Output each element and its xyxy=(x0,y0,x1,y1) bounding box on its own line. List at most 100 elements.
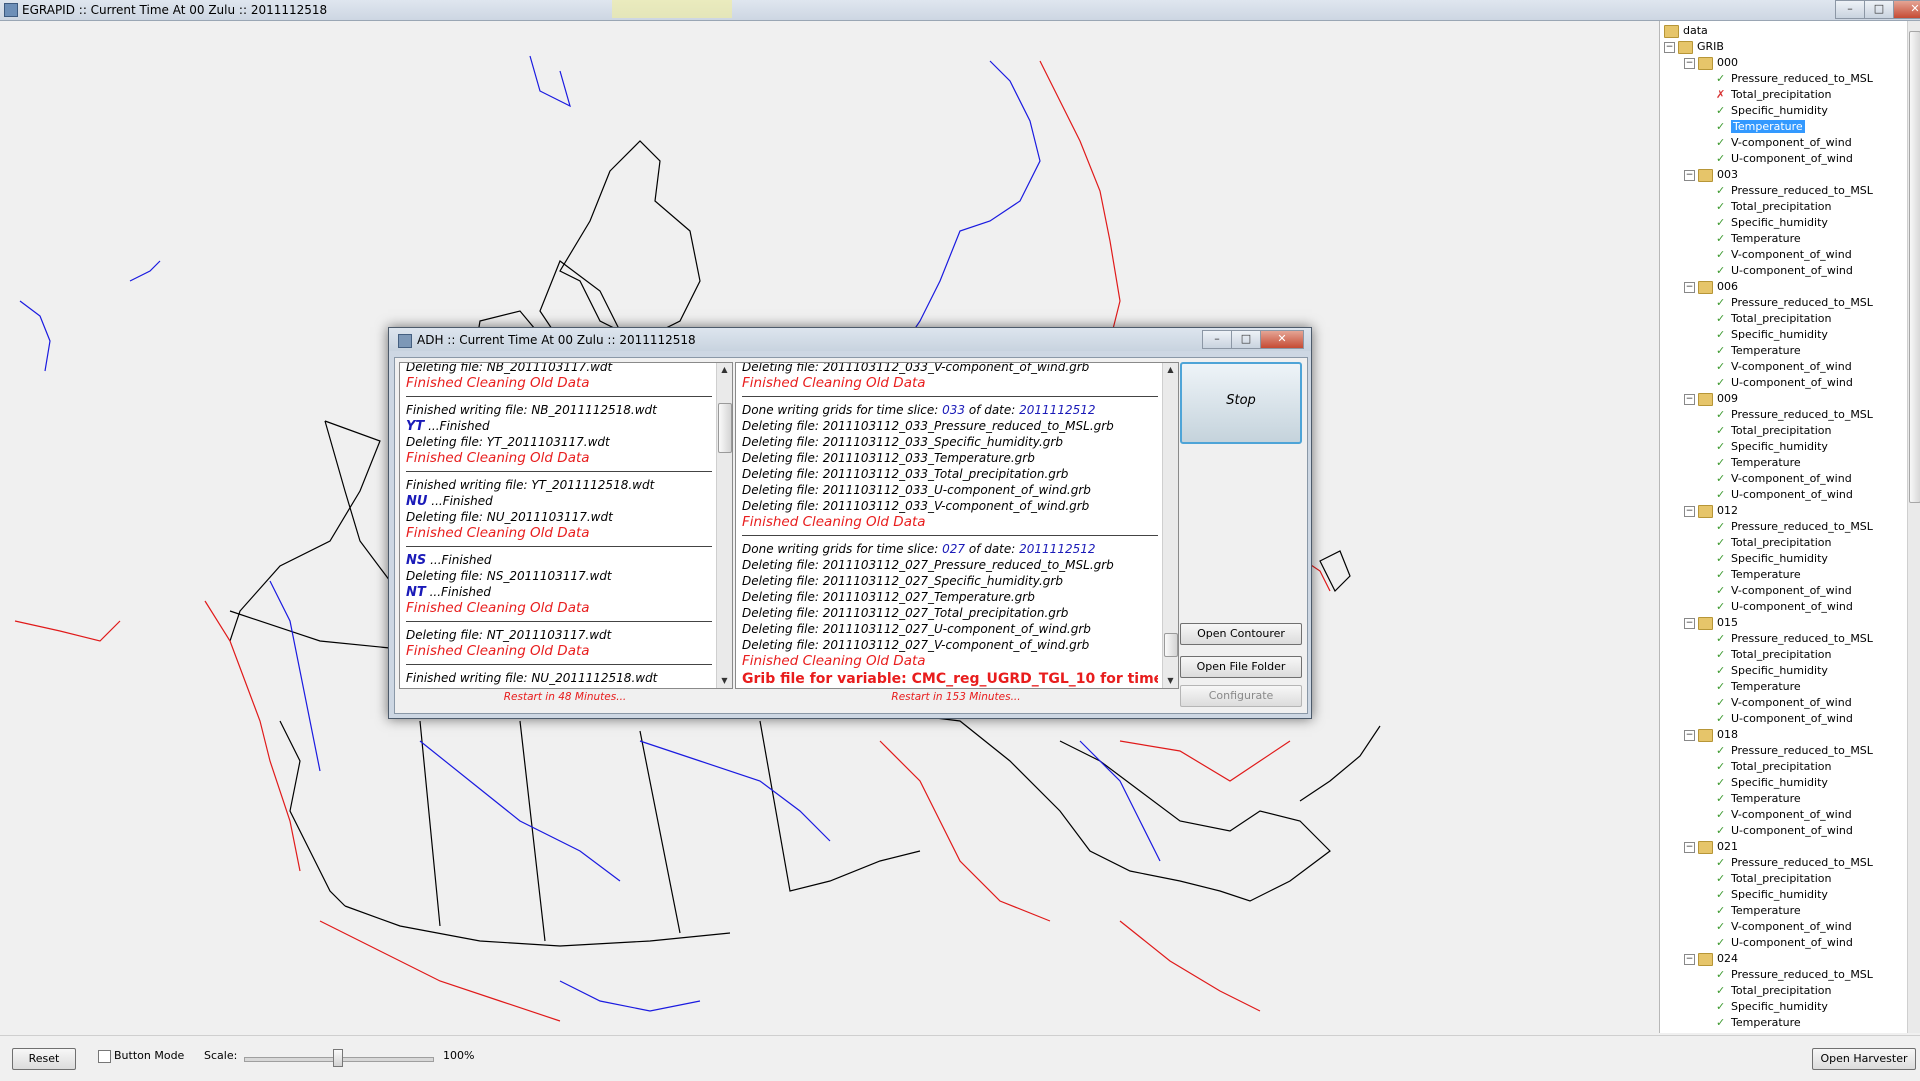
stop-button[interactable]: Stop xyxy=(1180,362,1302,444)
tree-group-015[interactable]: − 015 xyxy=(1684,615,1738,631)
tree-item[interactable]: ✓ V-component_of_wind xyxy=(1716,359,1852,375)
province-log-scrollbar[interactable]: ▲ ▼ xyxy=(716,363,732,688)
tree-item[interactable]: ✓ Temperature xyxy=(1716,679,1801,695)
button-mode-checkbox[interactable] xyxy=(98,1050,111,1063)
open-file-folder-button[interactable]: Open File Folder xyxy=(1180,656,1302,678)
tree-item[interactable]: ✓ Specific_humidity xyxy=(1716,551,1828,567)
tree-item[interactable]: ✓ Pressure_reduced_to_MSL xyxy=(1716,631,1873,647)
tree-item[interactable]: ✓ V-component_of_wind xyxy=(1716,919,1852,935)
minimize-button[interactable]: – xyxy=(1835,0,1865,19)
tree-item[interactable]: ✓ Total_precipitation xyxy=(1716,871,1832,887)
tree-item[interactable]: ✓ V-component_of_wind xyxy=(1716,247,1852,263)
tree-item[interactable]: ✓ Specific_humidity xyxy=(1716,327,1828,343)
tree-item[interactable]: ✓ V-component_of_wind xyxy=(1716,471,1852,487)
tree-item[interactable]: ✓ Temperature xyxy=(1716,903,1801,919)
scroll-up-icon[interactable]: ▲ xyxy=(717,363,732,377)
tree-item[interactable]: ✓ U-component_of_wind xyxy=(1716,599,1853,615)
tree-item[interactable]: ✓ Total_precipitation xyxy=(1716,759,1832,775)
tree-item[interactable]: ✓ Pressure_reduced_to_MSL xyxy=(1716,855,1873,871)
open-contourer-button[interactable]: Open Contourer xyxy=(1180,623,1302,645)
tree-item[interactable]: ✓ V-component_of_wind xyxy=(1716,583,1852,599)
tree-scroll-thumb[interactable] xyxy=(1909,31,1920,503)
tree-node-grib[interactable]: − GRIB xyxy=(1664,39,1724,55)
tree-group-003[interactable]: − 003 xyxy=(1684,167,1738,183)
tree-item[interactable]: ✓ Total_precipitation xyxy=(1716,423,1832,439)
tree-item[interactable]: ✓ Temperature xyxy=(1716,119,1805,135)
collapse-icon[interactable]: − xyxy=(1684,169,1695,181)
tree-item[interactable]: ✓ U-component_of_wind xyxy=(1716,823,1853,839)
tree-item[interactable]: ✓ Temperature xyxy=(1716,1015,1801,1031)
tree-group-018[interactable]: − 018 xyxy=(1684,727,1738,743)
tree-item[interactable]: ✓ Pressure_reduced_to_MSL xyxy=(1716,743,1873,759)
tree-node-data[interactable]: data xyxy=(1664,23,1708,39)
collapse-icon[interactable]: − xyxy=(1664,41,1675,53)
tree-item[interactable]: ✓ U-component_of_wind xyxy=(1716,487,1853,503)
file-tree[interactable]: data − GRIB −000 ✓ Pressure_reduced_to_MSL ✗ To… xyxy=(1659,21,1908,1033)
grib-log-pane[interactable]: Deleting file: 2011103112_033_V-componen… xyxy=(735,362,1179,689)
tree-item[interactable]: ✓ Pressure_reduced_to_MSL xyxy=(1716,71,1873,87)
dialog-minimize-button[interactable]: – xyxy=(1202,330,1232,349)
tree-item[interactable]: ✓ V-component_of_wind xyxy=(1716,807,1852,823)
grib-log-scroll-thumb[interactable] xyxy=(1164,633,1178,657)
tree-group-009[interactable]: − 009 xyxy=(1684,391,1738,407)
dialog-maximize-button[interactable]: □ xyxy=(1231,330,1261,349)
dialog-close-button[interactable]: ✕ xyxy=(1260,330,1304,349)
tree-group-021[interactable]: − 021 xyxy=(1684,839,1738,855)
tree-item[interactable]: ✓ U-component_of_wind xyxy=(1716,263,1853,279)
tree-item[interactable]: ✓ Specific_humidity xyxy=(1716,999,1828,1015)
province-log-scroll-thumb[interactable] xyxy=(718,403,732,453)
collapse-icon[interactable]: − xyxy=(1684,617,1695,629)
tree-item[interactable]: ✓ Total_precipitation xyxy=(1716,535,1832,551)
scroll-down-icon[interactable]: ▼ xyxy=(1163,674,1178,688)
grib-log-scrollbar[interactable]: ▲ ▼ xyxy=(1162,363,1178,688)
open-harvester-button[interactable]: Open Harvester xyxy=(1812,1048,1916,1070)
collapse-icon[interactable]: − xyxy=(1684,729,1695,741)
tree-item[interactable]: ✓ Pressure_reduced_to_MSL xyxy=(1716,967,1873,983)
tree-item[interactable]: ✓ Specific_humidity xyxy=(1716,215,1828,231)
tree-item[interactable]: ✓ U-component_of_wind xyxy=(1716,935,1853,951)
tree-group-012[interactable]: − 012 xyxy=(1684,503,1738,519)
close-button[interactable]: ✕ xyxy=(1893,0,1920,19)
collapse-icon[interactable]: − xyxy=(1684,281,1695,293)
tree-item[interactable]: ✓ U-component_of_wind xyxy=(1716,151,1853,167)
collapse-icon[interactable]: − xyxy=(1684,953,1695,965)
tree-item[interactable]: ✗ Total_precipitation xyxy=(1716,87,1832,103)
tree-item[interactable]: ✓ Temperature xyxy=(1716,231,1801,247)
province-log-pane[interactable]: Deleting file: NB_2011103117.wdt Finished… xyxy=(399,362,733,689)
tree-item[interactable]: ✓ Temperature xyxy=(1716,791,1801,807)
tree-group-024[interactable]: − 024 xyxy=(1684,951,1738,967)
collapse-icon[interactable]: − xyxy=(1684,841,1695,853)
collapse-icon[interactable]: − xyxy=(1684,505,1695,517)
tree-item[interactable]: ✓ U-component_of_wind xyxy=(1716,711,1853,727)
collapse-icon[interactable]: − xyxy=(1684,57,1695,69)
tree-item[interactable]: ✓ V-component_of_wind xyxy=(1716,695,1852,711)
tree-item[interactable]: ✓ Specific_humidity xyxy=(1716,887,1828,903)
tree-item[interactable]: ✓ U-component_of_wind xyxy=(1716,375,1853,391)
tree-item[interactable]: ✓ Specific_humidity xyxy=(1716,663,1828,679)
tree-item[interactable]: ✓ Pressure_reduced_to_MSL xyxy=(1716,295,1873,311)
collapse-icon[interactable]: − xyxy=(1684,393,1695,405)
tree-group-006[interactable]: − 006 xyxy=(1684,279,1738,295)
configurate-button[interactable]: Configurate xyxy=(1180,685,1302,707)
tree-group-000[interactable]: − 000 xyxy=(1684,55,1738,71)
tree-item[interactable]: ✓ Total_precipitation xyxy=(1716,311,1832,327)
tree-item[interactable]: ✓ Temperature xyxy=(1716,455,1801,471)
reset-button[interactable]: Reset xyxy=(12,1048,76,1070)
tree-item[interactable]: ✓ V-component_of_wind xyxy=(1716,135,1852,151)
tree-item[interactable]: ✓ Pressure_reduced_to_MSL xyxy=(1716,183,1873,199)
tree-item[interactable]: ✓ Specific_humidity xyxy=(1716,775,1828,791)
tree-item[interactable]: ✓ Total_precipitation xyxy=(1716,983,1832,999)
tree-scrollbar[interactable] xyxy=(1907,21,1920,1033)
scroll-down-icon[interactable]: ▼ xyxy=(717,674,732,688)
tree-item[interactable]: ✓ Temperature xyxy=(1716,343,1801,359)
tree-item[interactable]: ✓ Specific_humidity xyxy=(1716,439,1828,455)
tree-item[interactable]: ✓ Specific_humidity xyxy=(1716,103,1828,119)
tree-item[interactable]: ✓ Pressure_reduced_to_MSL xyxy=(1716,407,1873,423)
maximize-button[interactable]: □ xyxy=(1864,0,1894,19)
scale-slider-thumb[interactable] xyxy=(333,1049,343,1067)
tree-item[interactable]: ✓ Temperature xyxy=(1716,567,1801,583)
tree-item[interactable]: ✓ Total_precipitation xyxy=(1716,647,1832,663)
tree-item[interactable]: ✓ Pressure_reduced_to_MSL xyxy=(1716,519,1873,535)
scroll-up-icon[interactable]: ▲ xyxy=(1163,363,1178,377)
tree-item[interactable]: ✓ Total_precipitation xyxy=(1716,199,1832,215)
